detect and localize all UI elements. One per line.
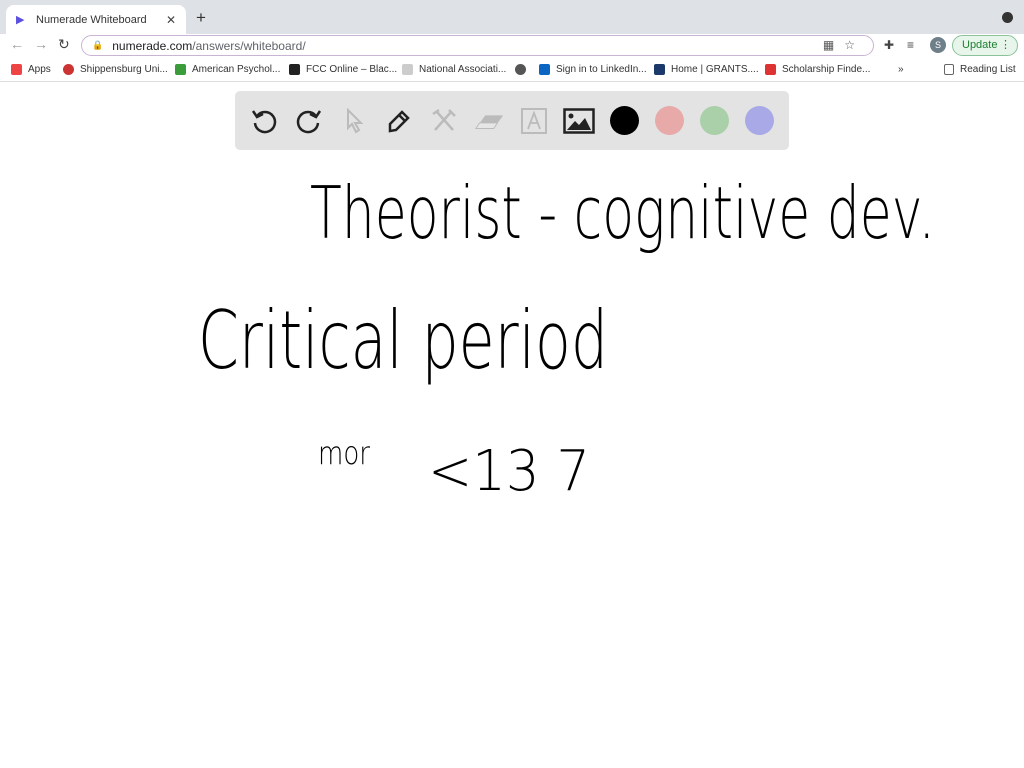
navigation-bar: ← → ↻ 🔒 numerade.com/answers/whiteboard/… [0,34,1024,58]
update-button[interactable]: Update ⋮ [952,35,1018,56]
scholarship-logo-icon [765,64,776,75]
handwriting-line-3: <13 7 [428,439,590,504]
linkedin-icon [539,64,550,75]
bookmark-item[interactable]: Shippensburg Uni... [63,64,168,75]
bookmark-label: Sign in to LinkedIn... [556,64,647,75]
bookmark-item[interactable]: Apps [11,64,51,75]
bookmark-label: American Psychol... [192,64,281,75]
menu-icon[interactable]: ⋮ [1000,36,1011,55]
new-tab-button[interactable]: + [196,8,206,28]
bookmark-item[interactable]: Home | GRANTS.... [654,64,759,75]
bookmark-item[interactable]: Sign in to LinkedIn... [539,64,647,75]
reading-list-icon [944,64,954,75]
lock-icon: 🔒 [92,40,104,50]
ship-logo-icon [63,64,74,75]
bookmarks-overflow[interactable]: » [898,64,904,75]
bookmark-item[interactable]: National Associati... [402,64,506,75]
apps-grid-icon [11,64,22,75]
close-tab-icon[interactable]: ✕ [166,13,176,27]
tab-title: Numerade Whiteboard [36,13,147,26]
tab-bar: ▶ Numerade Whiteboard ✕ + [0,0,1024,34]
fcc-logo-icon [289,64,300,75]
grants-logo-icon [654,64,665,75]
apa-logo-icon [175,64,186,75]
profile-avatar[interactable]: S [930,37,946,53]
handwriting-line-1: Theorist - cognitive dev. [310,171,935,255]
url-path: /answers/whiteboard/ [192,38,306,53]
nasw-logo-icon [402,64,413,75]
bookmark-item[interactable]: Scholarship Finde... [765,64,870,75]
bookmarks-bar: » Reading List Apps Shippensburg Uni... Am… [0,58,1024,82]
handwriting-note: mor [318,434,371,472]
back-icon[interactable]: ← [10,36,24,52]
bookmark-label: National Associati... [419,64,507,75]
bookmark-item[interactable] [515,64,532,75]
bookmark-label: FCC Online – Blac... [306,64,398,75]
bookmark-label: Shippensburg Uni... [80,64,168,75]
tab-search-icon[interactable] [1002,12,1013,23]
bookmark-item[interactable]: American Psychol... [175,64,280,75]
address-bar[interactable]: 🔒 numerade.com/answers/whiteboard/ ▦☆ [81,35,874,56]
qr-code-icon[interactable]: ▦ [823,38,844,52]
numerade-favicon-icon: ▶ [16,13,25,26]
whiteboard-canvas[interactable]: Theorist - cognitive dev. Critical perio… [0,82,1024,768]
handwriting-line-2: Critical period [198,294,608,387]
tab-numerade[interactable]: ▶ Numerade Whiteboard ✕ [6,5,186,34]
bookmark-star-icon[interactable]: ☆ [844,38,865,52]
forward-icon[interactable]: → [34,36,48,52]
bookmark-label: Apps [28,64,51,75]
reload-icon[interactable]: ↻ [58,36,70,53]
reading-list-label: Reading List [960,64,1016,75]
update-label: Update [962,39,998,51]
globe-icon [515,64,526,75]
bookmark-label: Home | GRANTS.... [671,64,759,75]
media-queue-icon[interactable]: ≡ [907,38,914,52]
url-domain: numerade.com [112,38,193,53]
bookmark-label: Scholarship Finde... [782,64,871,75]
bookmark-item[interactable]: FCC Online – Blac... [289,64,397,75]
reading-list[interactable]: Reading List [944,64,1016,75]
extensions-icon[interactable]: ✚ [884,38,894,52]
